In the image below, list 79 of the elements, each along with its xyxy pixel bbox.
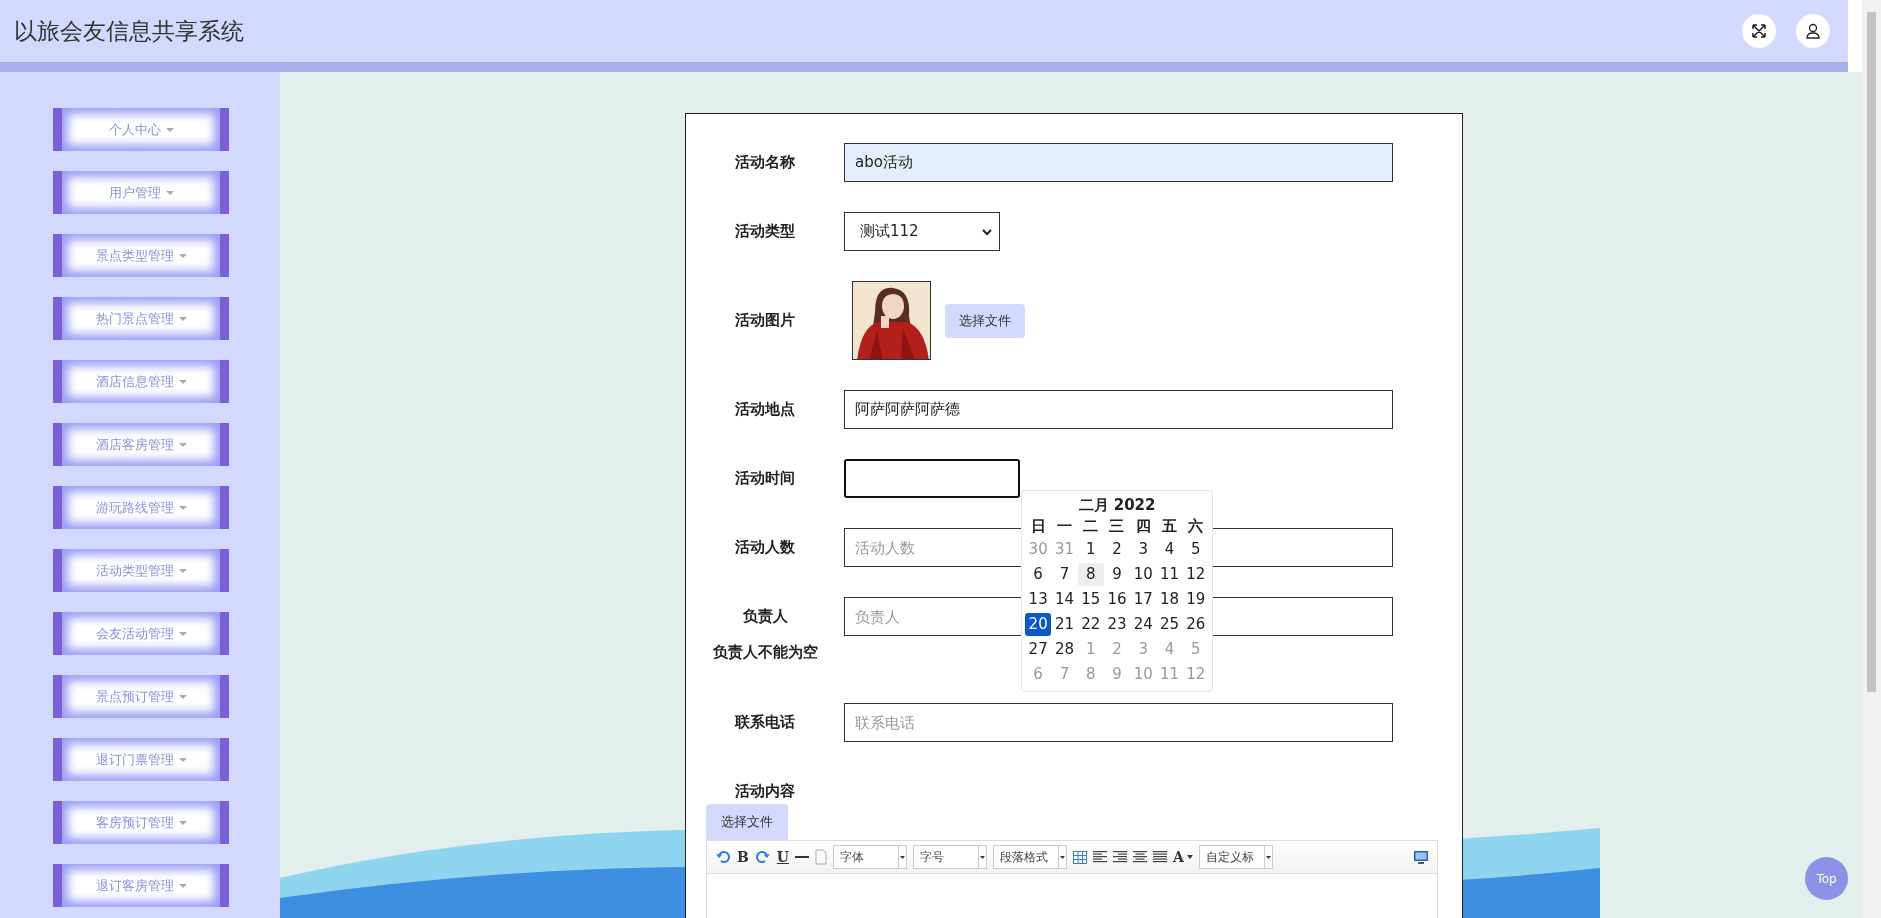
choose-file-button[interactable]: 选择文件 (945, 303, 1025, 338)
font-color-button[interactable]: A (1173, 849, 1193, 865)
caret-icon (178, 694, 187, 699)
caret-icon (178, 316, 187, 321)
field-label: 活动图片 (735, 311, 795, 330)
align-right-icon[interactable] (1113, 851, 1128, 863)
calendar-day[interactable]: 16 (1103, 588, 1131, 611)
text-field[interactable]: 阿萨阿萨阿萨德 (844, 390, 1393, 429)
caret-icon (1265, 855, 1271, 859)
fullscreen-icon[interactable] (1742, 14, 1776, 48)
chevron-down-icon (981, 227, 993, 236)
field-label: 联系电话 (735, 713, 795, 732)
toolbar-dropdown[interactable]: 段落格式 (993, 845, 1068, 869)
calendar-day[interactable]: 18 (1156, 588, 1183, 611)
field-label: 负责人 (742, 607, 788, 626)
calendar-day[interactable]: 17 (1130, 588, 1157, 611)
choose-file-button[interactable]: 选择文件 (706, 804, 788, 840)
user-icon[interactable] (1796, 14, 1830, 48)
bold-button[interactable]: B (737, 849, 749, 865)
error-message: 负责人不能为空 (712, 643, 818, 662)
text-field[interactable]: 联系电话 (844, 703, 1393, 742)
redo-icon[interactable] (754, 849, 771, 865)
app-title: 以旅会友信息共享系统 (14, 16, 244, 46)
field-label: 活动名称 (735, 153, 795, 172)
calendar-day[interactable]: 21 (1051, 613, 1078, 636)
calendar-day[interactable]: 20 (1025, 613, 1052, 636)
caret-icon (900, 855, 906, 859)
field-label: 活动时间 (735, 469, 795, 488)
caret-icon (178, 757, 187, 762)
calendar-day[interactable]: 26 (1182, 613, 1209, 636)
caret-icon (980, 855, 986, 859)
month-title: 二月 2022 (1077, 496, 1157, 515)
field-label: 活动地点 (735, 400, 795, 419)
field-label: 活动人数 (735, 538, 795, 557)
caret-icon (178, 631, 187, 636)
caret-icon (1060, 855, 1066, 859)
calendar-day[interactable]: 13 (1025, 588, 1052, 611)
calendar-day[interactable]: 1 (1077, 538, 1104, 561)
table-icon[interactable] (1073, 850, 1088, 864)
toolbar-dropdown[interactable]: 自定义标 (1198, 845, 1273, 869)
align-left-icon[interactable] (1093, 851, 1108, 863)
calendar-day[interactable]: 5 (1182, 538, 1209, 561)
calendar-day[interactable]: 2 (1103, 538, 1131, 561)
undo-icon[interactable] (715, 849, 731, 865)
caret-icon (178, 505, 187, 510)
calendar-day[interactable]: 19 (1182, 588, 1209, 611)
type-select[interactable]: 测试112 (844, 212, 1000, 251)
caret-icon (165, 127, 174, 132)
field-label: 活动内容 (735, 782, 795, 801)
calendar-day[interactable]: 15 (1077, 588, 1104, 611)
caret-icon (178, 379, 187, 384)
calendar-day[interactable]: 22 (1077, 613, 1104, 636)
caret-icon (1186, 855, 1193, 859)
horizontal-rule-icon[interactable] (795, 855, 810, 859)
scrollbar[interactable] (1862, 0, 1881, 918)
caret-icon (178, 883, 187, 888)
calendar-day[interactable]: 14 (1051, 588, 1078, 611)
calendar-day[interactable]: 8 (1077, 563, 1104, 586)
caret-icon (178, 253, 187, 258)
calendar-day[interactable]: 4 (1156, 538, 1183, 561)
caret-icon (178, 568, 187, 573)
text-field[interactable]: abo活动 (844, 143, 1393, 182)
field-label: 活动类型 (735, 222, 795, 241)
toolbar-dropdown[interactable]: 字体 (833, 845, 908, 869)
date-field[interactable] (844, 459, 1020, 498)
caret-icon (178, 442, 187, 447)
calendar-day[interactable]: 28 (1051, 638, 1078, 661)
caret-icon (165, 190, 174, 195)
toolbar-dropdown[interactable]: 字号 (913, 845, 988, 869)
caret-icon (178, 820, 187, 825)
calendar-day[interactable]: 24 (1130, 613, 1157, 636)
calendar-day[interactable]: 25 (1156, 613, 1183, 636)
monitor-icon[interactable] (1413, 849, 1429, 865)
calendar-day[interactable]: 27 (1025, 638, 1052, 661)
calendar-day[interactable]: 3 (1130, 538, 1157, 561)
calendar-day[interactable]: 23 (1103, 613, 1131, 636)
justify-icon[interactable] (1153, 851, 1168, 863)
align-center-icon[interactable] (1133, 851, 1148, 863)
underline-button[interactable]: U (776, 849, 790, 865)
